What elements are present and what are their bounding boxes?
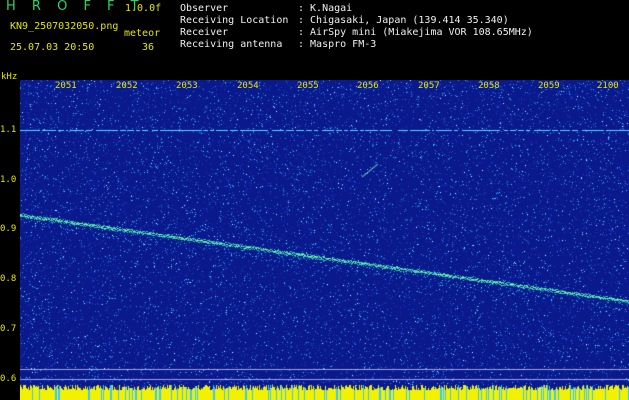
- y-tick-0.6: 0.6: [0, 374, 17, 384]
- version-label: 1.0.0f: [125, 3, 162, 14]
- meta-label-receiver: Receiver: [180, 27, 229, 38]
- datetime-label: 25.07.03 20:50: [10, 42, 95, 53]
- x-tick-2100: 2100: [597, 81, 619, 91]
- y-tick-0.7: 0.7: [0, 324, 17, 334]
- hrofft-window: H R O F F T 1.0.0f KN9_2507032050.png me…: [0, 0, 629, 400]
- spectrogram: [20, 80, 629, 400]
- axis-unit: kHz: [1, 72, 18, 82]
- meteor-label: meteor: [124, 28, 161, 39]
- x-tick-2058: 2058: [478, 81, 500, 91]
- y-tick-1.1: 1.1: [0, 125, 17, 135]
- app-title: H R O F F T: [6, 0, 145, 14]
- meta-value-antenna: : Maspro FM-3: [298, 39, 377, 50]
- meteor-count: 36: [142, 42, 155, 53]
- x-tick-2053: 2053: [176, 81, 198, 91]
- meta-value-receiver: : AirSpy mini (Miakejima VOR 108.65MHz): [298, 27, 533, 38]
- x-tick-2059: 2059: [538, 81, 560, 91]
- x-tick-2052: 2052: [116, 81, 138, 91]
- x-tick-2054: 2054: [237, 81, 259, 91]
- x-tick-2055: 2055: [297, 81, 319, 91]
- x-tick-2051: 2051: [55, 81, 77, 91]
- y-tick-0.8: 0.8: [0, 274, 17, 284]
- y-tick-0.9: 0.9: [0, 224, 17, 234]
- meta-label-antenna: Receiving antenna: [180, 39, 283, 50]
- meta-label-observer: Observer: [180, 3, 229, 14]
- y-tick-1.0: 1.0: [0, 175, 17, 185]
- x-tick-2057: 2057: [418, 81, 440, 91]
- meta-label-location: Receiving Location: [180, 15, 289, 26]
- filename-label: KN9_2507032050.png: [10, 21, 119, 32]
- meta-value-observer: : K.Nagai: [298, 3, 353, 14]
- x-tick-2056: 2056: [357, 81, 379, 91]
- meta-value-location: : Chigasaki, Japan (139.414 35.340): [298, 15, 509, 26]
